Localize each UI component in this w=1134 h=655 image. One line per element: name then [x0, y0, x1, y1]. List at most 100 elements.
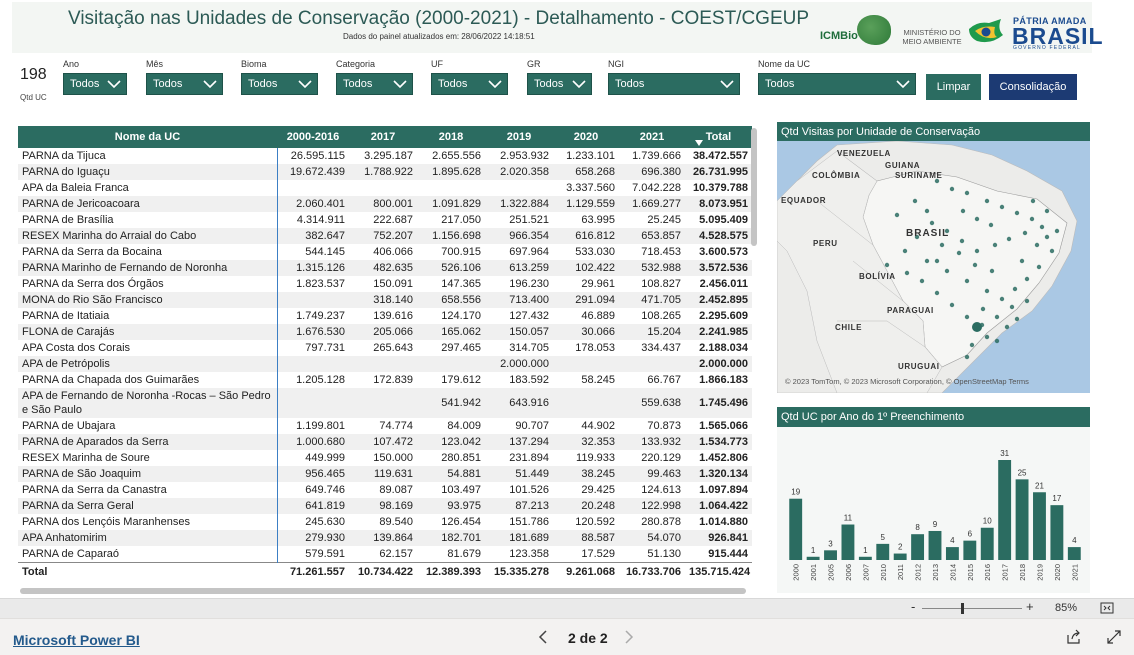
table-row[interactable]: PARNA de São Joaquim 956.465 119.631 54.881… — [18, 466, 752, 482]
uc-marker[interactable] — [964, 190, 970, 196]
uc-marker[interactable] — [959, 238, 965, 244]
zoom-out-button[interactable]: - — [911, 599, 915, 614]
table-row[interactable]: APA Costa dos Corais 797.731 265.643 297.46… — [18, 340, 752, 356]
uc-marker[interactable] — [1044, 234, 1050, 240]
chart-bar[interactable] — [893, 553, 907, 560]
uc-marker[interactable] — [989, 268, 995, 274]
uc-marker[interactable] — [934, 290, 940, 296]
zoom-slider-track[interactable] — [922, 608, 1022, 609]
uc-marker[interactable] — [1024, 298, 1030, 304]
table-row[interactable]: PARNA da Serra da Canastra 649.746 89.087 1… — [18, 482, 752, 498]
chart-bar[interactable] — [980, 527, 994, 560]
filter-nome-uc-dropdown[interactable]: Todos — [758, 73, 916, 95]
chart-bar[interactable] — [928, 530, 942, 560]
uc-marker[interactable] — [934, 258, 940, 264]
column-header-2018[interactable]: 2018 — [417, 126, 485, 148]
column-header-2019[interactable]: 2019 — [485, 126, 553, 148]
next-page-icon[interactable] — [622, 628, 636, 646]
table-row[interactable]: MONA do Rio São Francisco 318.140 658.556 7… — [18, 292, 752, 308]
uc-marker[interactable] — [949, 186, 955, 192]
chart-bar[interactable] — [945, 547, 959, 560]
table-row[interactable]: APA de Petrópolis 2.000.000 2.000.000 — [18, 356, 752, 372]
chart-bar[interactable] — [824, 550, 837, 560]
table-row[interactable]: PARNA da Serra dos Órgãos 1.823.537 150.09… — [18, 276, 752, 292]
table-vertical-scrollbar[interactable] — [750, 126, 758, 592]
uc-marker[interactable] — [1034, 242, 1040, 248]
filter-categoria-dropdown[interactable]: Todos — [336, 73, 413, 95]
table-row[interactable]: RESEX Marinha de Soure 449.999 150.000 280.… — [18, 450, 752, 466]
column-header-2000-2016[interactable]: 2000-2016 — [277, 126, 349, 148]
uc-marker[interactable] — [949, 302, 955, 308]
uc-marker[interactable] — [939, 242, 945, 248]
uc-marker[interactable] — [894, 212, 900, 218]
uc-marker[interactable] — [956, 250, 962, 256]
uc-marker[interactable] — [984, 334, 990, 340]
table-horizontal-scrollbar[interactable] — [20, 588, 746, 594]
chart-bar[interactable] — [1067, 547, 1081, 560]
uc-marker[interactable] — [974, 248, 980, 254]
uc-marker-large[interactable] — [972, 322, 982, 332]
table-row[interactable]: PARNA dos Lençóis Maranhenses 245.630 89.5… — [18, 514, 752, 530]
chart-bar[interactable] — [998, 460, 1012, 560]
uc-marker[interactable] — [992, 242, 998, 248]
limpar-button[interactable]: Limpar — [926, 74, 981, 100]
uc-marker[interactable] — [944, 268, 950, 274]
uc-marker[interactable] — [924, 208, 930, 214]
uc-marker[interactable] — [924, 258, 930, 264]
column-header-2021[interactable]: 2021 — [619, 126, 685, 148]
table-row[interactable]: PARNA da Tijuca 26.595.115 3.295.187 2.655.… — [18, 148, 752, 164]
uc-marker[interactable] — [994, 314, 1000, 320]
uc-marker[interactable] — [1014, 210, 1020, 216]
uc-marker[interactable] — [1054, 228, 1060, 234]
filter-gr-dropdown[interactable]: Todos — [527, 73, 592, 95]
filter-bioma-dropdown[interactable]: Todos — [241, 73, 318, 95]
uc-marker[interactable] — [980, 306, 986, 312]
uc-marker[interactable] — [1044, 208, 1050, 214]
uc-marker[interactable] — [984, 288, 990, 294]
chart-bar[interactable] — [911, 534, 925, 560]
uc-marker[interactable] — [964, 354, 970, 360]
uc-marker[interactable] — [919, 278, 925, 284]
fit-to-page-icon[interactable] — [1100, 601, 1114, 615]
consolidacao-button[interactable]: Consolidação — [989, 74, 1077, 100]
uc-marker[interactable] — [1012, 286, 1018, 292]
table-row[interactable]: PARNA de Itatiaia 1.749.237 139.616 124.170… — [18, 308, 752, 324]
chart-bar[interactable] — [806, 556, 820, 560]
table-row[interactable]: PARNA da Chapada dos Guimarães 1.205.128 1… — [18, 372, 752, 388]
table-row[interactable]: FLONA de Carajás 1.676.530 205.066 165.062 1… — [18, 324, 752, 340]
chart-bar[interactable] — [876, 543, 890, 560]
chart-bar[interactable] — [963, 540, 977, 560]
table-row[interactable]: RESEX Marinha do Arraial do Cabo 382.647 7… — [18, 228, 752, 244]
chart-bar[interactable] — [841, 524, 855, 560]
table-row[interactable]: APA da Baleia Franca 3.337.560 7.042.228 10… — [18, 180, 752, 196]
uc-marker[interactable] — [972, 262, 978, 268]
table-row[interactable]: PARNA de Aparados da Serra 1.000.680 107.4… — [18, 434, 752, 450]
table-row[interactable]: PARNA da Serra Geral 641.819 98.169 93.975 8… — [18, 498, 752, 514]
previous-page-icon[interactable] — [536, 628, 550, 646]
table-row[interactable]: PARNA de Brasília 4.314.911 222.687 217.050… — [18, 212, 752, 228]
filter-mes-dropdown[interactable]: Todos — [146, 73, 223, 95]
filter-ano-dropdown[interactable]: Todos — [63, 73, 127, 95]
uc-marker[interactable] — [1024, 276, 1030, 282]
uc-marker[interactable] — [904, 270, 910, 276]
table-row[interactable]: PARNA Marinho de Fernando de Noronha 1.31… — [18, 260, 752, 276]
chart-bar[interactable] — [858, 556, 872, 560]
chart-bar[interactable] — [1050, 505, 1064, 560]
uc-visits-table[interactable]: Nome da UC 2000-2016 2017 2018 2019 2020… — [18, 126, 758, 592]
table-row[interactable]: APA de Fernando de Noronha -Rocas – São … — [18, 388, 752, 418]
column-header-2017[interactable]: 2017 — [349, 126, 417, 148]
uc-marker[interactable] — [974, 216, 980, 222]
uc-marker[interactable] — [1019, 258, 1025, 264]
uc-marker[interactable] — [912, 198, 918, 204]
uc-marker[interactable] — [988, 222, 994, 228]
uc-marker[interactable] — [1030, 198, 1036, 204]
bar-chart-visual[interactable]: 19 2000 1 2001 3 2005 11 2006 1 2007 5 2010 2 2011 8 20… — [777, 427, 1090, 593]
uc-marker[interactable] — [960, 208, 966, 214]
table-row[interactable]: PARNA de Jericoacoara 2.060.401 800.001 1.0… — [18, 196, 752, 212]
uc-marker[interactable] — [1009, 304, 1015, 310]
uc-marker[interactable] — [1014, 316, 1020, 322]
uc-marker[interactable] — [984, 198, 990, 204]
share-icon[interactable] — [1066, 629, 1082, 645]
uc-marker[interactable] — [969, 342, 975, 348]
chart-bar[interactable] — [789, 498, 803, 560]
